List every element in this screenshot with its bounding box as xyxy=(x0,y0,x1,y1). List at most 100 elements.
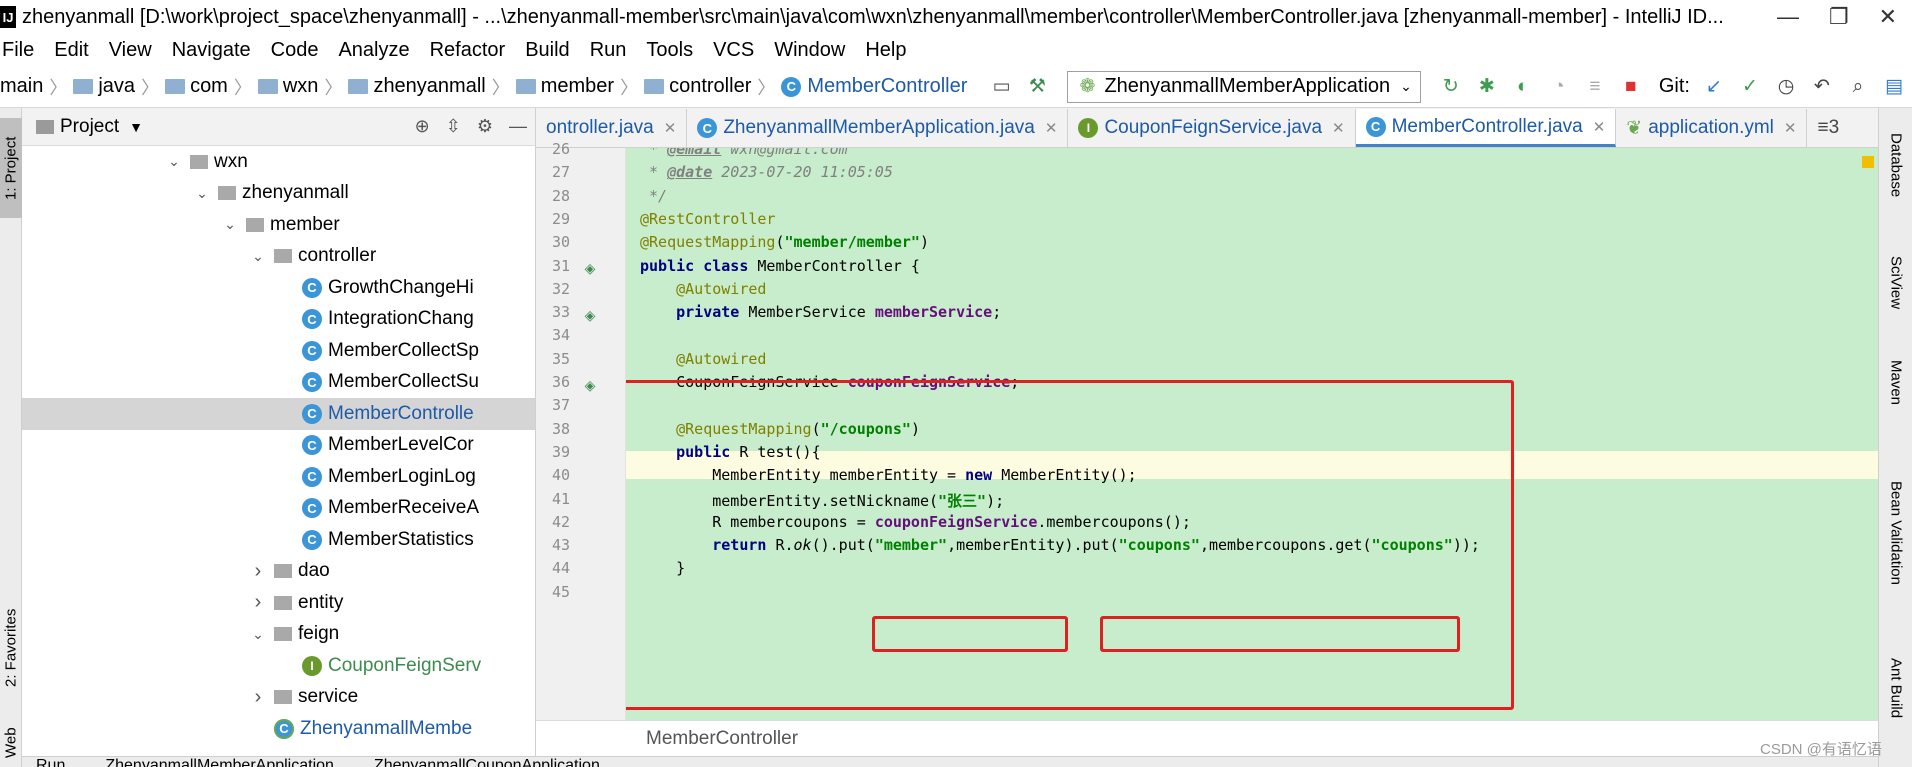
locate-icon[interactable]: ⊕ xyxy=(415,116,430,137)
bottom-tab[interactable]: ZhenyanmallMemberApplication xyxy=(105,757,334,767)
breadcrumb-item[interactable]: main xyxy=(0,75,43,98)
attach-icon[interactable]: ≡ xyxy=(1584,76,1606,98)
menu-item-run[interactable]: Run xyxy=(590,39,627,62)
chevron-down-icon[interactable]: ⌄ xyxy=(166,153,182,170)
breadcrumb-item[interactable]: wxn xyxy=(257,75,318,98)
chevron-down-icon[interactable]: ⌄ xyxy=(250,626,266,643)
breadcrumb-item[interactable]: C MemberController xyxy=(781,75,967,98)
collapse-icon[interactable]: ⇳ xyxy=(446,116,461,137)
build-hammer-icon[interactable]: ⚒ xyxy=(1026,76,1048,98)
tab-membercontroller-java[interactable]: C MemberController.java ✕ xyxy=(1355,109,1617,147)
code-editor[interactable]: * @email wxn@gmail.com * @date 2023-07-2… xyxy=(626,148,1878,720)
minimize-button[interactable]: — xyxy=(1777,4,1799,30)
right-tab-database[interactable]: Database xyxy=(1879,120,1912,210)
tree-item-memberreceivea[interactable]: C MemberReceiveA xyxy=(22,493,535,525)
project-tool-tab[interactable]: 1: Project xyxy=(0,118,22,218)
bottom-tab[interactable]: Run xyxy=(36,757,65,767)
hide-icon[interactable]: — xyxy=(509,116,527,137)
search-icon[interactable]: ⌕ xyxy=(1847,76,1869,98)
project-structure-icon[interactable]: ▤ xyxy=(1883,76,1905,98)
git-history-icon[interactable]: ◷ xyxy=(1775,76,1797,98)
spring-bean-icon[interactable]: ◈ xyxy=(580,259,600,279)
close-icon[interactable]: ✕ xyxy=(1593,118,1606,136)
chevron-down-icon[interactable]: ⌄ xyxy=(250,248,266,265)
close-icon[interactable]: ✕ xyxy=(1784,119,1797,137)
close-icon[interactable]: ✕ xyxy=(1045,119,1058,137)
menu-item-tools[interactable]: Tools xyxy=(646,39,693,62)
tab-overflow-menu[interactable]: ≡3 xyxy=(1807,109,1849,147)
git-update-icon[interactable]: ↙ xyxy=(1703,76,1725,98)
tree-item-feign[interactable]: ⌄ feign xyxy=(22,619,535,651)
close-icon[interactable]: ✕ xyxy=(1332,119,1345,137)
tab-application-yml[interactable]: ❦ application.yml ✕ xyxy=(1616,109,1808,147)
code-line[interactable]: public class MemberController { xyxy=(640,257,920,275)
code-line[interactable]: @Autowired xyxy=(640,280,766,298)
close-icon[interactable]: ✕ xyxy=(664,119,677,137)
tree-item-entity[interactable]: › entity xyxy=(22,587,535,619)
menu-item-refactor[interactable]: Refactor xyxy=(430,39,506,62)
tree-item-memberlevelcor[interactable]: C MemberLevelCor xyxy=(22,430,535,462)
menu-item-vcs[interactable]: VCS xyxy=(713,39,754,62)
right-tab-bean-validation[interactable]: Bean Validation xyxy=(1879,448,1912,618)
run-configuration-select[interactable]: ❁ ZhenyanmallMemberApplication ⌄ xyxy=(1067,70,1421,103)
tree-item-membercollectsp[interactable]: C MemberCollectSp xyxy=(22,335,535,367)
menu-item-build[interactable]: Build xyxy=(525,39,569,62)
tree-item-memberstatistics[interactable]: C MemberStatistics xyxy=(22,524,535,556)
chevron-down-icon[interactable]: ▼ xyxy=(129,119,143,135)
web-tool-tab[interactable]: Web xyxy=(0,718,22,767)
chevron-right-icon[interactable]: › xyxy=(250,591,266,614)
close-button[interactable]: ✕ xyxy=(1879,4,1897,30)
bottom-tab[interactable]: ZhenyanmallCouponApplication xyxy=(374,757,600,767)
tree-item-growthchangehi[interactable]: C GrowthChangeHi xyxy=(22,272,535,304)
menu-item-analyze[interactable]: Analyze xyxy=(338,39,409,62)
tree-item-wxn[interactable]: ⌄ wxn xyxy=(22,146,535,178)
git-rollback-icon[interactable]: ↶ xyxy=(1811,76,1833,98)
favorites-tool-tab[interactable]: 2: Favorites xyxy=(0,588,22,708)
tree-item-controller[interactable]: ⌄ controller xyxy=(22,241,535,273)
code-line[interactable]: * @date 2023-07-20 11:05:05 xyxy=(640,163,893,181)
tree-item-membercontrolle[interactable]: C MemberControlle xyxy=(22,398,535,430)
tree-item-member[interactable]: ⌄ member xyxy=(22,209,535,241)
warning-marker-icon[interactable] xyxy=(1862,156,1874,168)
code-line[interactable]: private MemberService memberService; xyxy=(640,303,1001,321)
autowired-bean-icon[interactable]: ◈ xyxy=(580,375,600,395)
breadcrumb-item[interactable]: com xyxy=(165,75,228,98)
tree-item-zhenyanmall[interactable]: ⌄ zhenyanmall xyxy=(22,178,535,210)
code-line[interactable]: * @email wxn@gmail.com xyxy=(640,148,848,158)
autowired-bean-icon[interactable]: ◈ xyxy=(580,305,600,325)
tree-item-couponfeignserv[interactable]: I CouponFeignServ xyxy=(22,650,535,682)
menu-item-help[interactable]: Help xyxy=(865,39,906,62)
breadcrumb-item[interactable]: controller xyxy=(644,75,751,98)
breadcrumb-item[interactable]: java xyxy=(73,75,135,98)
project-panel-title[interactable]: Project xyxy=(60,116,119,138)
editor-breadcrumb-class[interactable]: MemberController xyxy=(646,728,798,750)
tree-item-zhenyanmallmembe[interactable]: C ZhenyanmallMembe xyxy=(22,713,535,745)
tree-item-service[interactable]: › service xyxy=(22,682,535,714)
gear-icon[interactable]: ⚙ xyxy=(477,116,493,137)
chevron-down-icon[interactable]: ⌄ xyxy=(194,185,210,202)
chevron-right-icon[interactable]: › xyxy=(250,686,266,709)
chevron-down-icon[interactable]: ⌄ xyxy=(222,216,238,233)
tree-item-memberloginlog[interactable]: C MemberLoginLog xyxy=(22,461,535,493)
chevron-right-icon[interactable]: › xyxy=(250,560,266,583)
menu-item-code[interactable]: Code xyxy=(271,39,319,62)
rerun-icon[interactable]: ↻ xyxy=(1440,76,1462,98)
profile-icon[interactable]: ◔ xyxy=(1548,76,1570,98)
code-line[interactable]: @Autowired xyxy=(640,350,766,368)
menu-item-file[interactable]: File xyxy=(2,39,34,62)
restore-button[interactable]: ❐ xyxy=(1829,4,1849,30)
breadcrumb-item[interactable]: zhenyanmall xyxy=(348,75,486,98)
tab-couponfeignservice-java[interactable]: I CouponFeignService.java ✕ xyxy=(1068,109,1356,147)
right-tab-sciview[interactable]: SciView xyxy=(1879,238,1912,328)
code-line[interactable]: */ xyxy=(640,187,667,205)
right-tab-ant-build[interactable]: Ant Build xyxy=(1879,628,1912,748)
layout-icon[interactable]: ▭ xyxy=(990,76,1012,98)
debug-icon[interactable]: ✱ xyxy=(1476,76,1498,98)
stop-icon[interactable]: ■ xyxy=(1620,76,1642,98)
breadcrumb-item[interactable]: member xyxy=(515,75,614,98)
tab-zhenyanmallmemberapplication-java[interactable]: C ZhenyanmallMemberApplication.java ✕ xyxy=(687,109,1069,147)
code-line[interactable]: @RequestMapping("member/member") xyxy=(640,233,929,251)
git-commit-icon[interactable]: ✓ xyxy=(1739,76,1761,98)
right-tab-maven[interactable]: Maven xyxy=(1879,338,1912,428)
menu-item-view[interactable]: View xyxy=(109,39,152,62)
